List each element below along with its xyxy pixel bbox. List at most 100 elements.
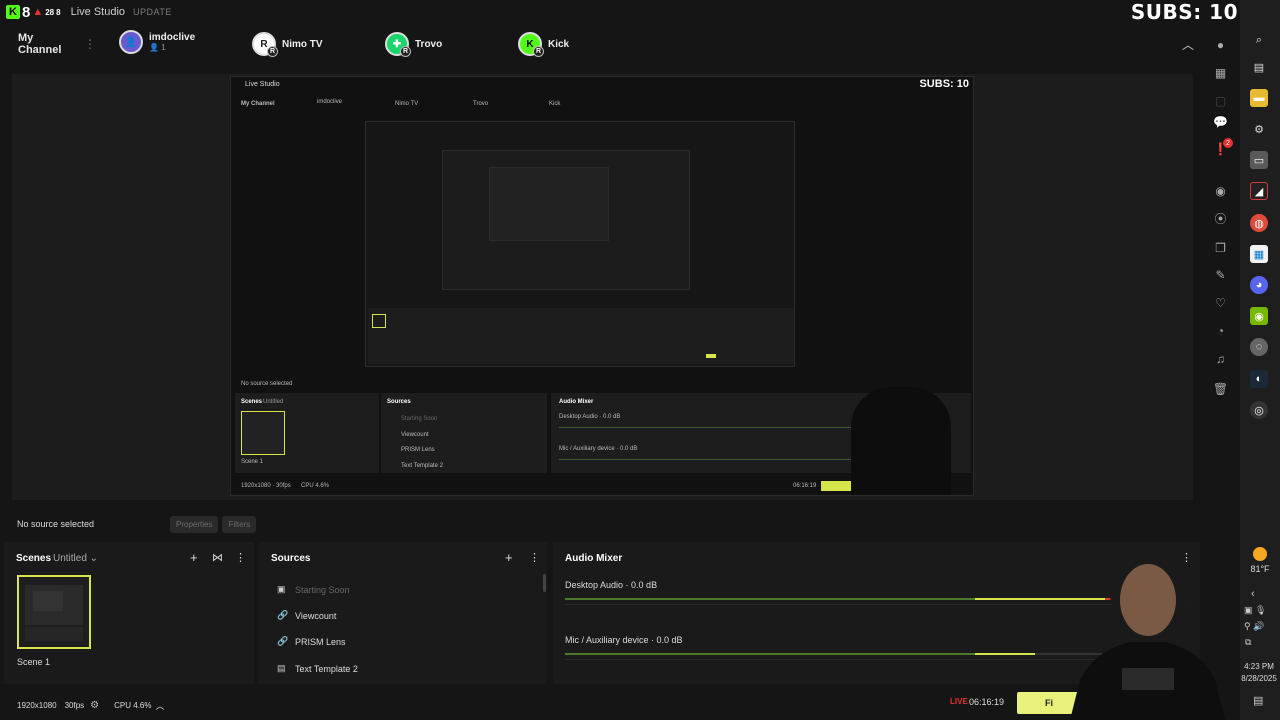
store-icon[interactable]: ▦	[1250, 245, 1268, 263]
my-channel-label[interactable]: My Channel	[18, 32, 78, 56]
nested-app-title: Live Studio	[245, 81, 280, 88]
source-bar: No source selected Properties Filters	[0, 511, 1205, 537]
nested-scene1: Scene 1	[241, 459, 264, 465]
source-item[interactable]: 🔗 Viewcount	[277, 610, 336, 621]
monitor-app-icon[interactable]: ▭	[1250, 151, 1268, 169]
alert-icon: ▲	[32, 6, 44, 18]
notifications-icon[interactable]: ▤	[1253, 694, 1263, 707]
sources-panel: Sources + ⋮ ▣ Starting Soon 🔗 Viewcount …	[259, 542, 547, 684]
virtual-camera-icon[interactable]: ⦿	[1213, 211, 1228, 226]
network-volume-icon[interactable]: ⚲ 🔊	[1244, 621, 1264, 632]
app-icon[interactable]: ◌	[1250, 338, 1268, 356]
nested-kick: Kick	[549, 101, 561, 107]
gear-icon[interactable]: ⚙	[90, 700, 99, 711]
title-bar: K 8 ▲ 28 8 Live Studio UPDATE	[0, 0, 1240, 24]
counter-a: 8	[22, 3, 31, 21]
source-label: Text Template 2	[295, 663, 358, 674]
profile-icon[interactable]: ●	[1213, 37, 1228, 52]
sun-icon	[1253, 547, 1267, 561]
file-explorer-icon[interactable]: ▬	[1250, 89, 1268, 107]
weather-widget[interactable]: 81°F	[1244, 547, 1276, 574]
scrollbar[interactable]	[543, 574, 546, 592]
channel-name: imdoclive	[149, 32, 196, 43]
trovo-logo-icon: ✚ R	[385, 32, 411, 57]
more-options-icon[interactable]: ⋮	[529, 551, 540, 564]
channel-nimo[interactable]: RR Nimo TV	[252, 32, 323, 57]
audio-mixer-title: Audio Mixer	[565, 553, 623, 564]
camera-icon[interactable]: ◉	[1213, 183, 1228, 198]
channel-name: Trovo	[415, 38, 443, 50]
scene-thumbnail[interactable]	[17, 575, 91, 649]
source-item[interactable]: 🔗 PRISM Lens	[277, 636, 346, 647]
subs-counter: SUBS: 10	[1130, 0, 1238, 24]
nested-imdoclive: imdoclive	[317, 99, 343, 105]
prism-app-icon[interactable]: ◢	[1250, 182, 1268, 200]
channel-name: Kick	[548, 38, 570, 50]
viewer-count: 👤 1	[149, 43, 166, 52]
clipboard-icon[interactable]: ⧉	[1245, 637, 1251, 648]
counter-c: 8	[56, 7, 61, 17]
task-view-icon[interactable]: ▤	[1250, 58, 1268, 76]
scene-collection-select[interactable]: Untitled ⌄	[53, 553, 98, 564]
nested-desktop-audio: Desktop Audio · 0.0 dB	[559, 414, 621, 420]
update-link[interactable]: UPDATE	[133, 7, 172, 17]
cpu-label: CPU 4.6%	[114, 700, 152, 710]
nested-scene-thumb	[241, 411, 285, 455]
search-icon[interactable]: ⌕	[1250, 31, 1268, 49]
channel-kick[interactable]: KR Kick	[518, 32, 570, 57]
nested-my-channel: My Channel	[241, 101, 275, 107]
nested-text-template: Text Template 2	[401, 463, 443, 469]
filters-button[interactable]: Filters	[222, 515, 257, 533]
nvidia-icon[interactable]: ◉	[1250, 307, 1268, 325]
obs-icon[interactable]: ◎	[1250, 401, 1268, 419]
scenes-title: Scenes	[16, 553, 52, 564]
channel-imdoclive[interactable]: 👤 imdoclive 👤 1	[119, 30, 195, 54]
window-icon[interactable]: ▢	[1213, 93, 1228, 108]
weather-temp: 81°F	[1250, 564, 1270, 574]
more-options-icon[interactable]: ⋮	[235, 551, 246, 564]
source-item[interactable]: ▣ Starting Soon	[277, 584, 350, 595]
add-source-icon[interactable]: +	[505, 550, 513, 565]
scene-name[interactable]: Scene 1	[17, 657, 50, 667]
scene-copy-icon[interactable]: ❐	[1213, 240, 1228, 255]
more-options-icon[interactable]: ⋮	[84, 37, 96, 51]
sticker-icon[interactable]: ◔	[1213, 323, 1228, 338]
pen-icon[interactable]: ✎	[1213, 267, 1228, 282]
nested-trovo: Trovo	[473, 101, 489, 107]
nested-cpu: CPU 4.6%	[301, 483, 330, 489]
add-scene-icon[interactable]: +	[190, 550, 198, 565]
link-icon: 🔗	[277, 610, 289, 620]
chrome-icon[interactable]: ◍	[1250, 214, 1268, 232]
trash-icon[interactable]: 🗑	[1213, 381, 1228, 396]
nested-mic: Mic / Auxiliary device · 0.0 dB	[559, 446, 638, 452]
channel-trovo[interactable]: ✚ R Trovo	[385, 32, 443, 57]
chat-icon[interactable]: 💬	[1213, 114, 1228, 129]
nested-viewcount: Viewcount	[401, 432, 429, 438]
settings-gear-icon[interactable]: ⚙	[1250, 120, 1268, 138]
chevron-left-icon[interactable]: ‹	[1251, 588, 1255, 600]
nested-nimo: Nimo TV	[395, 101, 419, 107]
nested-finish	[821, 481, 851, 491]
app-title: Live Studio	[70, 6, 126, 18]
clock-date: 8/28/2025	[1241, 674, 1277, 683]
nested-untitled: Untitled	[263, 399, 284, 405]
transition-icon[interactable]: ⋈	[212, 551, 223, 564]
properties-button[interactable]: Properties	[170, 515, 219, 533]
source-item[interactable]: ▤ Text Template 2	[277, 663, 358, 674]
source-label: Starting Soon	[295, 584, 350, 595]
chevron-up-icon[interactable]: ︿	[1182, 36, 1194, 53]
taskbar-clock[interactable]: 4:23 PM 8/28/2025	[1238, 661, 1280, 685]
nimo-logo-icon: RR	[252, 32, 278, 57]
steam-icon[interactable]: ◐	[1250, 370, 1268, 388]
badge: R	[267, 46, 278, 57]
nested-mic-meter	[559, 459, 859, 460]
nested-audio-mixer: Audio Mixer	[559, 399, 594, 405]
layout-icon[interactable]: ▦	[1213, 65, 1228, 80]
system-tray-icon[interactable]: ▣ 🎙	[1244, 605, 1266, 616]
discord-icon[interactable]: ◕	[1250, 276, 1268, 294]
sources-title: Sources	[271, 553, 311, 564]
music-icon[interactable]: ♫	[1213, 351, 1228, 366]
heart-icon[interactable]: ♡	[1213, 295, 1228, 310]
chevron-up-icon[interactable]: ︿	[156, 699, 165, 712]
nested-inner-scene-thumb	[372, 314, 386, 328]
